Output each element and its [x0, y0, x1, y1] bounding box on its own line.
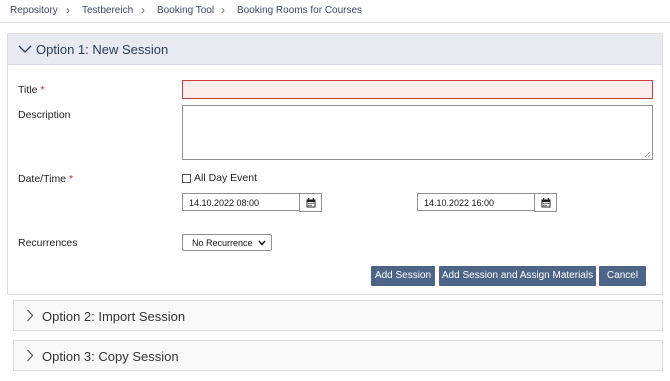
- add-session-assign-materials-button[interactable]: Add Session and Assign Materials: [439, 266, 596, 286]
- datetime-label: Date/Time *: [18, 173, 74, 185]
- end-calendar-button[interactable]: [534, 193, 557, 212]
- required-marker: *: [69, 173, 74, 185]
- breadcrumb-booking-rooms[interactable]: Booking Rooms for Courses: [237, 5, 362, 16]
- breadcrumb-booking-tool[interactable]: Booking Tool: [157, 5, 214, 16]
- start-datetime-value: 14.10.2022 08:00: [189, 198, 260, 208]
- calendar-icon: [541, 198, 551, 208]
- title-label: Title *: [18, 84, 45, 96]
- breadcrumb: Repository › Testbereich › Booking Tool …: [0, 0, 670, 23]
- recurrence-select[interactable]: No Recurrence: [182, 234, 272, 251]
- description-textarea[interactable]: [182, 105, 653, 160]
- start-calendar-button[interactable]: [299, 193, 322, 212]
- end-datetime-input[interactable]: 14.10.2022 16:00: [417, 193, 557, 212]
- add-session-button[interactable]: Add Session: [371, 266, 435, 286]
- chevron-down-icon: [258, 240, 266, 246]
- option1-panel: Option 1: New Session: [7, 33, 663, 295]
- start-datetime-input[interactable]: 14.10.2022 08:00: [182, 193, 322, 212]
- chevron-right-icon: ›: [66, 3, 70, 17]
- end-datetime-value: 14.10.2022 16:00: [424, 198, 495, 208]
- resize-handle-icon[interactable]: [644, 151, 651, 158]
- chevron-right-icon: [27, 349, 34, 362]
- chevron-right-icon: ›: [221, 3, 225, 17]
- breadcrumb-testbereich[interactable]: Testbereich: [82, 5, 133, 16]
- calendar-icon: [306, 198, 316, 208]
- chevron-right-icon: ›: [141, 3, 145, 17]
- option1-title: Option 1: New Session: [36, 42, 169, 57]
- recurrences-label: Recurrences: [18, 237, 78, 249]
- required-marker: *: [40, 84, 45, 96]
- option3-title: Option 3: Copy Session: [42, 349, 179, 364]
- all-day-checkbox[interactable]: [182, 174, 191, 183]
- all-day-label[interactable]: All Day Event: [194, 172, 257, 184]
- description-label: Description: [18, 109, 71, 121]
- chevron-down-icon: [18, 45, 32, 53]
- option2-title: Option 2: Import Session: [42, 309, 186, 324]
- breadcrumb-repository[interactable]: Repository: [10, 5, 58, 16]
- recurrence-select-value: No Recurrence: [192, 238, 253, 248]
- option1-header[interactable]: Option 1: New Session: [8, 34, 662, 65]
- title-input[interactable]: [182, 80, 653, 99]
- cancel-button[interactable]: Cancel: [599, 266, 646, 286]
- chevron-right-icon: [27, 309, 34, 322]
- option2-header[interactable]: Option 2: Import Session: [13, 300, 663, 331]
- option3-header[interactable]: Option 3: Copy Session: [13, 340, 663, 371]
